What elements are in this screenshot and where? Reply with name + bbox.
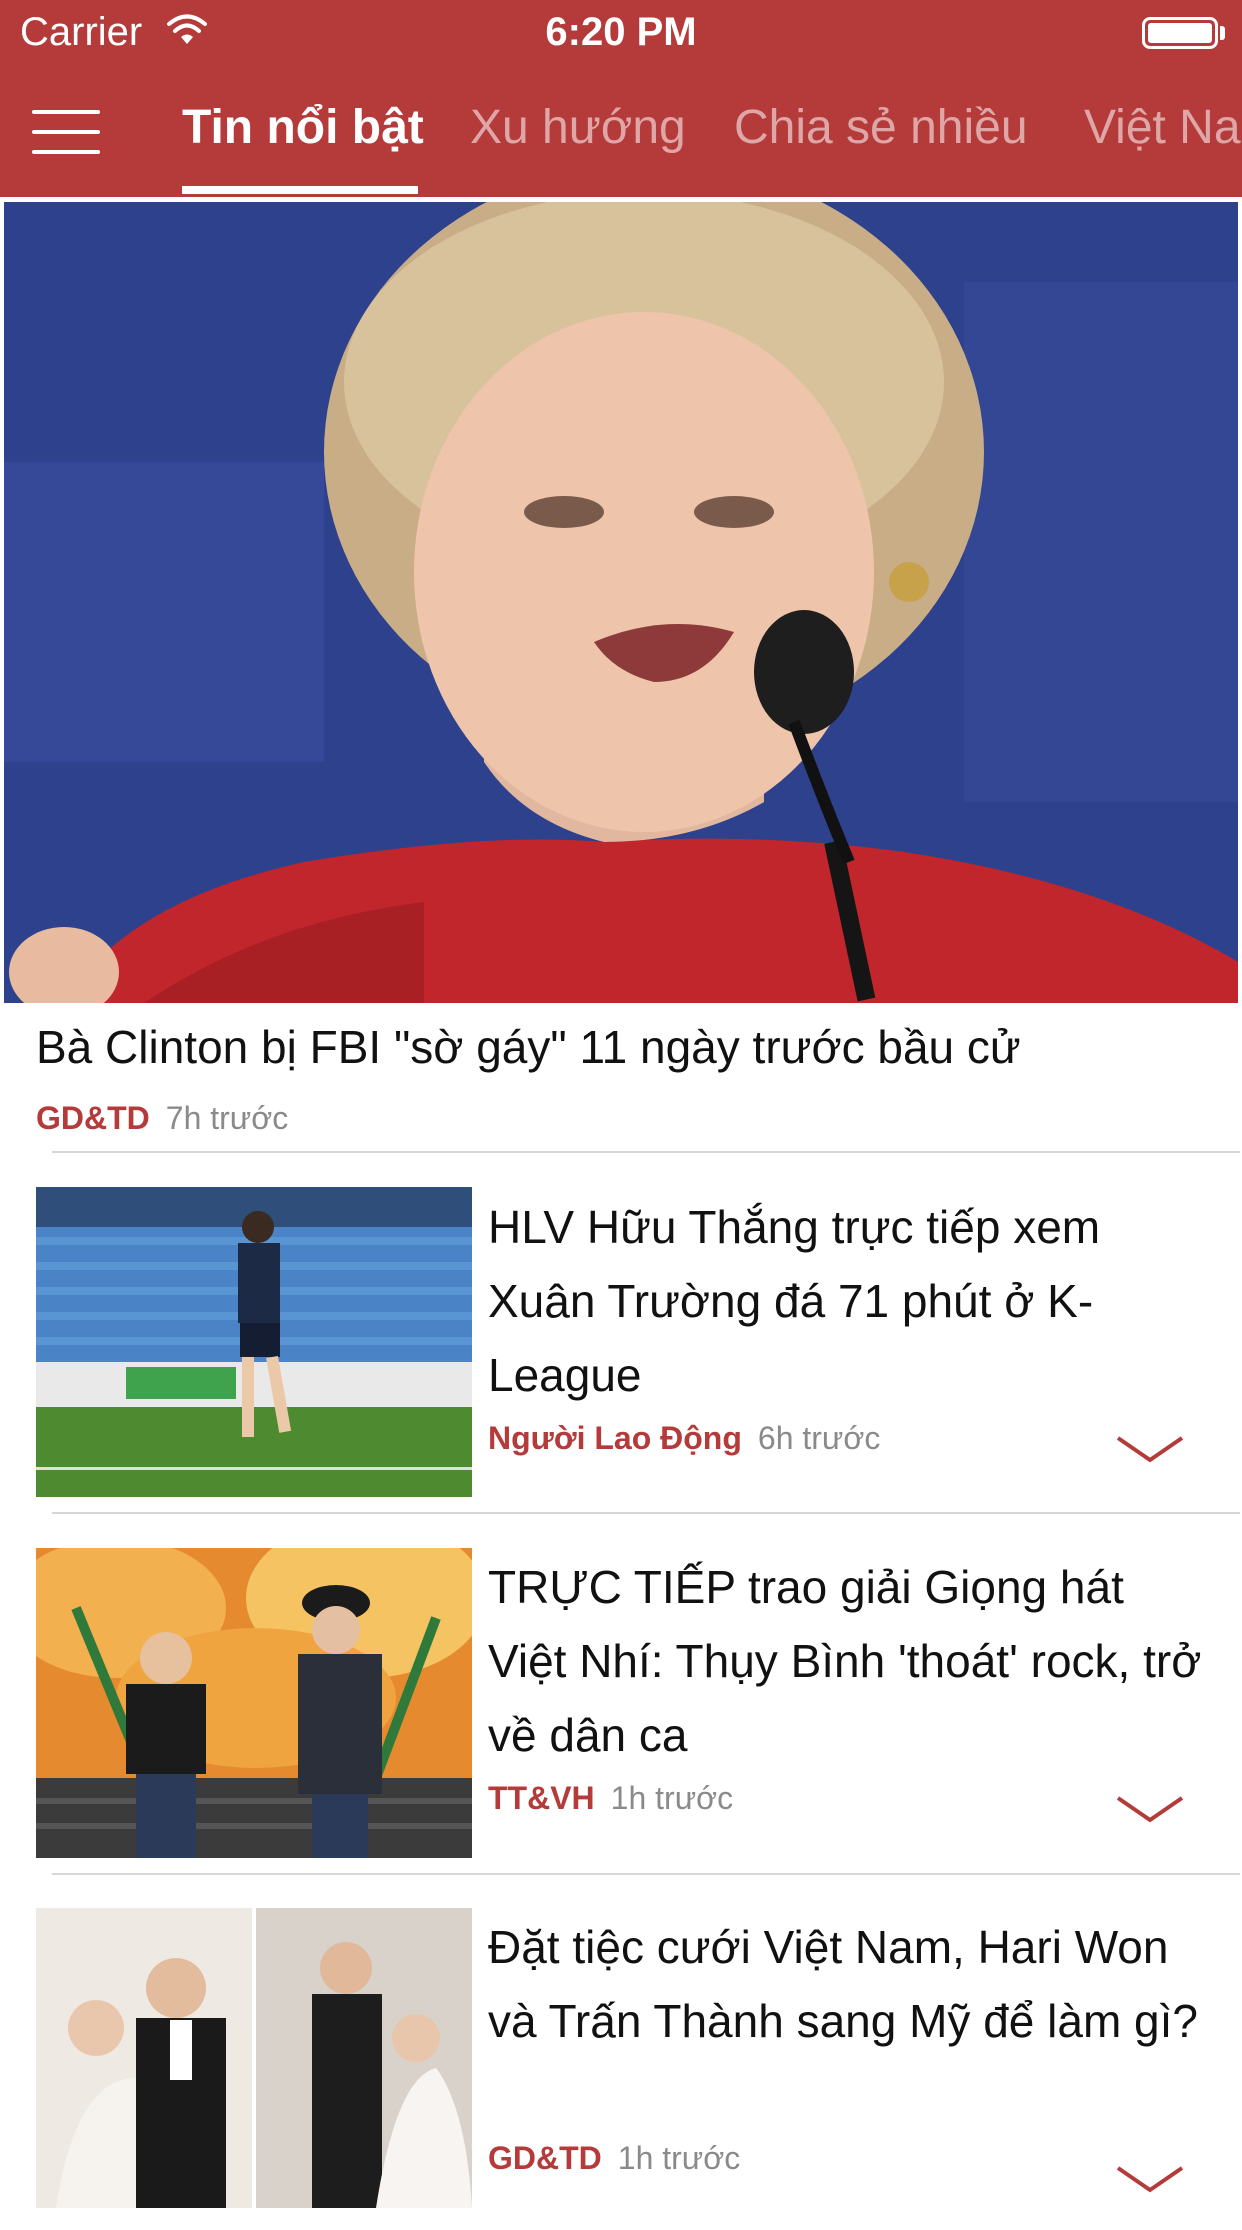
time-label: 1h trước <box>617 2140 741 2176</box>
hero-image <box>4 202 1238 1003</box>
battery-tip <box>1220 26 1225 40</box>
hamburger-menu-icon[interactable] <box>32 110 100 154</box>
article-meta: TT&VH 1h trước <box>488 1780 733 1817</box>
chevron-down-icon[interactable] <box>1114 1792 1186 1828</box>
list-item[interactable]: Đặt tiệc cưới Việt Nam, Hari Won và Trấn… <box>0 1890 1242 2230</box>
category-nav: Tin nổi bật Xu hướng Chia sẻ nhiều Việt … <box>0 66 1242 197</box>
divider <box>52 1151 1240 1153</box>
list-item[interactable]: HLV Hữu Thắng trực tiếp xem Xuân Trường … <box>0 1170 1242 1510</box>
tab-tin-noi-bat[interactable]: Tin nổi bật <box>182 100 424 155</box>
source-label: GD&TD <box>488 2140 602 2176</box>
article-title[interactable]: HLV Hữu Thắng trực tiếp xem Xuân Trường … <box>488 1190 1208 1412</box>
divider <box>52 1873 1240 1875</box>
chevron-down-icon[interactable] <box>1114 2162 1186 2198</box>
time-label: 7h trước <box>165 1100 289 1136</box>
source-label: Người Lao Động <box>488 1420 742 1456</box>
tab-chia-se-nhieu[interactable]: Chia sẻ nhiều <box>734 100 1028 155</box>
time-label: 1h trước <box>610 1780 734 1816</box>
article-meta: Người Lao Động 6h trước <box>488 1420 880 1457</box>
article-thumbnail <box>36 1548 472 1858</box>
hero-meta: GD&TD 7h trước <box>36 1100 288 1137</box>
status-bar: Carrier 6:20 PM <box>0 0 1242 66</box>
time-label: 6h trước <box>757 1420 881 1456</box>
tab-xu-huong[interactable]: Xu hướng <box>470 100 686 155</box>
status-time: 6:20 PM <box>545 10 697 54</box>
battery-icon <box>1142 17 1218 49</box>
divider <box>52 1512 1240 1514</box>
source-label: TT&VH <box>488 1780 595 1816</box>
active-tab-indicator <box>182 186 418 194</box>
hero-title[interactable]: Bà Clinton bị FBI "sờ gáy" 11 ngày trước… <box>36 1020 1216 1074</box>
article-meta: GD&TD 1h trước <box>488 2140 740 2177</box>
article-title[interactable]: TRỰC TIẾP trao giải Giọng hát Việt Nhí: … <box>488 1550 1208 1772</box>
article-title[interactable]: Đặt tiệc cưới Việt Nam, Hari Won và Trấn… <box>488 1910 1208 2058</box>
chevron-down-icon[interactable] <box>1114 1432 1186 1468</box>
tab-viet-nam[interactable]: Việt Nam <box>1084 100 1242 155</box>
article-thumbnail <box>36 1908 472 2208</box>
source-label: GD&TD <box>36 1100 150 1136</box>
list-item[interactable]: TRỰC TIẾP trao giải Giọng hát Việt Nhí: … <box>0 1530 1242 1870</box>
article-thumbnail <box>36 1187 472 1497</box>
app-header: Carrier 6:20 PM Tin nổi bật Xu hướng Chi… <box>0 0 1242 197</box>
